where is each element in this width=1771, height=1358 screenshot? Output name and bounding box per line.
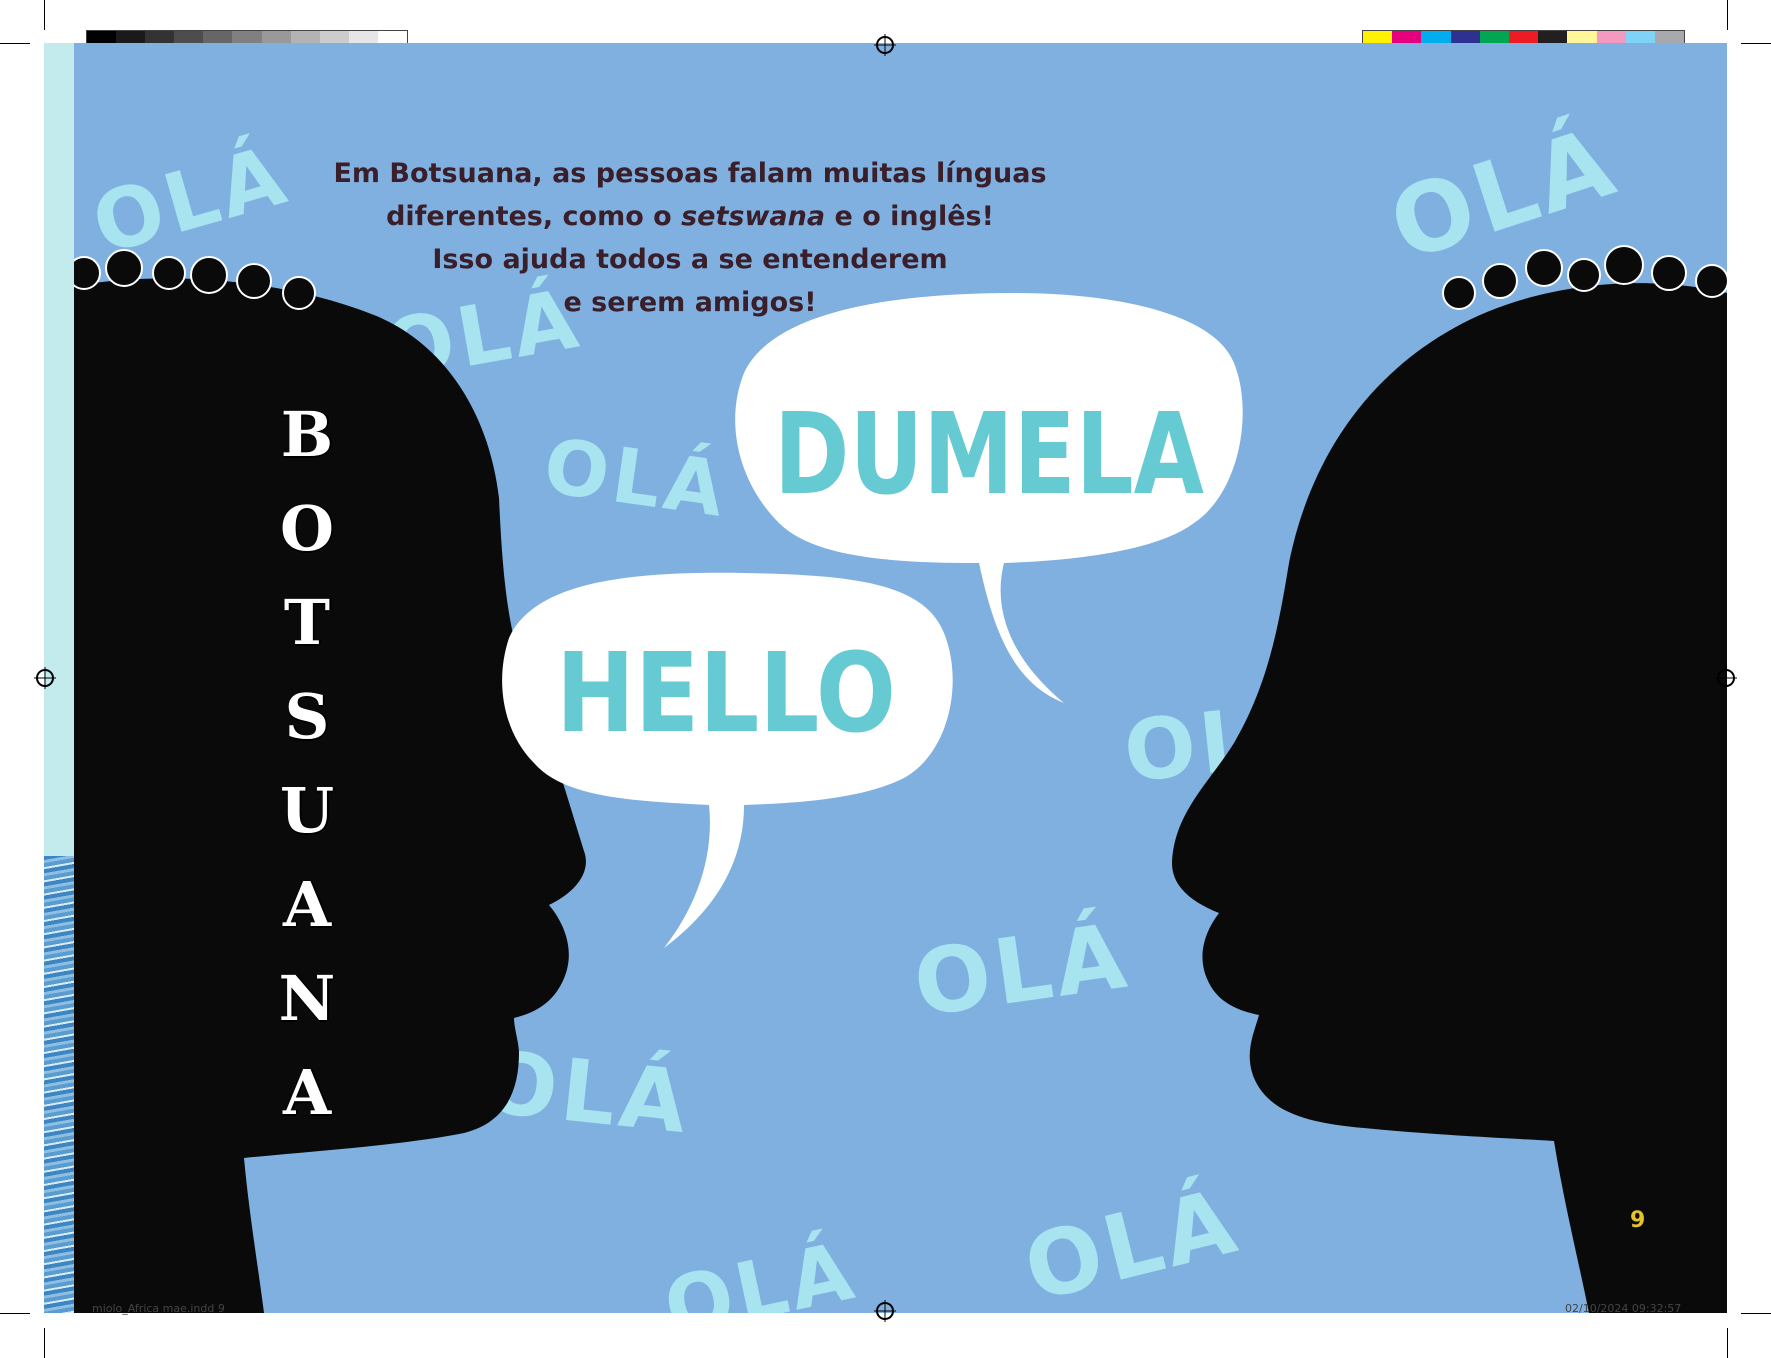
country-letter: N [278,962,336,1035]
left-edge-water-texture [44,856,74,1313]
intro-fragment: e o inglês! [825,201,994,232]
crop-mark [44,1328,45,1358]
crop-mark [44,0,45,30]
intro-line: e serem amigos! [563,287,817,318]
intro-line: Isso ajuda todos a se entenderem [432,244,948,275]
country-letter: T [283,586,331,659]
intro-line: diferentes, como o setswana e o inglês! [330,195,1050,238]
crop-mark [1741,1313,1771,1314]
intro-fragment: diferentes, como o [386,201,682,232]
country-letter: U [279,774,335,847]
registration-target-icon [874,34,896,56]
timestamp-slug: 02/10/2024 09:32:57 [1565,1302,1682,1315]
country-letter: S [284,680,330,753]
crop-mark [1741,43,1771,44]
country-letter: O [279,492,334,565]
crop-mark [0,1313,30,1314]
country-letter: A [282,1056,332,1129]
setswana-word: setswana [681,201,826,232]
crop-mark [0,43,30,44]
registration-target-icon [34,667,56,689]
crop-mark [1727,0,1728,30]
file-slug: miolo_Africa mae.indd 9 [92,1302,225,1315]
hello-text: HELLO [556,629,896,757]
dumela-text: DUMELA [774,390,1204,520]
registration-target-icon [874,1300,896,1322]
intro-line: Em Botsuana, as pessoas falam muitas lín… [333,158,1047,189]
country-letter: B [280,398,334,471]
country-letter: A [282,868,332,941]
right-head-silhouette [1172,283,1727,1313]
page-number: 9 [1630,1208,1646,1233]
country-name-vertical: B O T S U A N A [262,388,352,1140]
intro-paragraph: Em Botsuana, as pessoas falam muitas lín… [330,152,1050,324]
registration-target-icon [1715,667,1737,689]
crop-mark [1727,1328,1728,1358]
